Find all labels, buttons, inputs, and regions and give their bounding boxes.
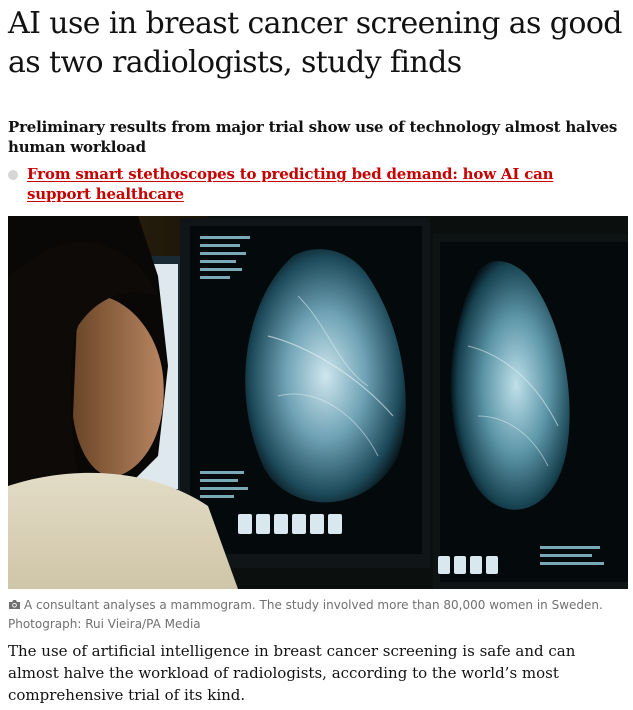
dot-icon xyxy=(8,170,18,180)
mammogram-photo-illustration xyxy=(8,216,628,589)
article-standfirst: Preliminary results from major trial sho… xyxy=(8,118,618,156)
article-photo xyxy=(8,216,628,589)
related-link-row[interactable]: From smart stethoscopes to predicting be… xyxy=(8,164,618,204)
article-body-paragraph: The use of artificial intelligence in br… xyxy=(8,642,576,704)
photo-caption: A consultant analyses a mammogram. The s… xyxy=(8,596,628,633)
article-headline: AI use in breast cancer screening as goo… xyxy=(8,6,623,80)
related-article-link[interactable]: From smart stethoscopes to predicting be… xyxy=(27,164,618,204)
caption-text: A consultant analyses a mammogram. The s… xyxy=(8,598,603,631)
camera-icon xyxy=(8,597,21,615)
